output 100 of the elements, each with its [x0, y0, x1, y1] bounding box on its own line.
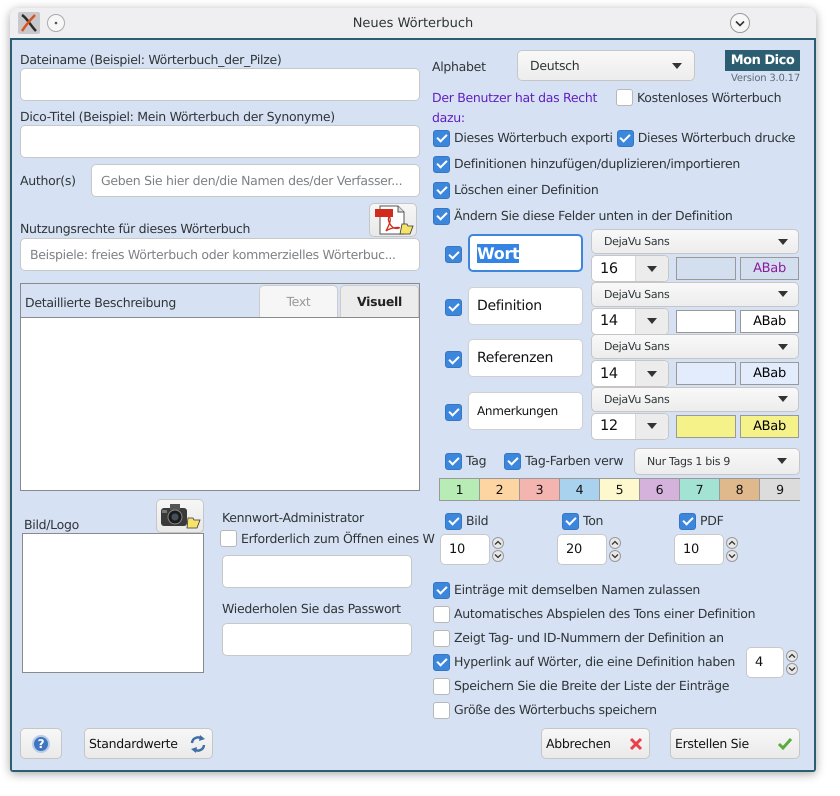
field-name-input[interactable]: Wort	[468, 234, 583, 272]
number-field[interactable]: 10	[440, 534, 490, 565]
sample-box[interactable]: ABab	[740, 362, 799, 385]
checkbox[interactable]	[433, 678, 450, 694]
tag-cell[interactable]: 9	[760, 479, 800, 500]
font-size-combo[interactable]: 14	[591, 360, 669, 387]
input-field[interactable]	[20, 68, 420, 101]
field-label: Alphabet	[431, 58, 487, 75]
app-icon[interactable]	[18, 12, 40, 34]
checkbox[interactable]	[445, 452, 462, 470]
checkbox-label: Dieses Wörterbuch drucke	[638, 130, 796, 146]
tag-cell[interactable]: 4	[560, 479, 600, 500]
spin-arrows-icon[interactable]	[786, 650, 798, 674]
create-button[interactable]: Erstellen Sie	[670, 728, 800, 759]
tag-cell[interactable]: 2	[480, 479, 520, 500]
checkbox[interactable]	[562, 512, 579, 530]
caret-icon	[647, 318, 657, 324]
font-dropdown[interactable]: DejaVu Sans	[591, 386, 799, 412]
tag-cell[interactable]: 5	[600, 479, 640, 500]
editor-tab[interactable]: Visuell	[340, 285, 419, 317]
checkbox[interactable]	[504, 452, 522, 470]
checkbox[interactable]	[616, 130, 634, 146]
checkbox[interactable]	[445, 351, 462, 368]
field-label: Detaillierte Beschreibung	[24, 294, 177, 310]
number-field[interactable]: 10	[674, 534, 724, 565]
tag-cell[interactable]: 1	[440, 479, 480, 500]
checkbox[interactable]	[220, 530, 237, 547]
alphabet-dropdown[interactable]: Deutsch	[517, 50, 695, 81]
tag-filter-dropdown[interactable]: Nur Tags 1 bis 9	[634, 448, 800, 474]
input-field[interactable]: Beispiele: freies Wörterbuch oder kommerzielles Wörterbuc...	[20, 238, 420, 271]
checkbox[interactable]	[433, 182, 450, 198]
input-field[interactable]	[20, 125, 420, 158]
checkbox-label: Tag	[466, 453, 486, 469]
color-swatch[interactable]	[676, 414, 736, 438]
spin-arrows-icon[interactable]	[609, 537, 621, 562]
pdf-button[interactable]	[369, 203, 417, 237]
input-field[interactable]	[222, 555, 412, 588]
checkbox[interactable]	[433, 702, 450, 718]
checkbox-label: Speichern Sie die Breite der Liste der Einträge	[454, 678, 730, 694]
checkbox[interactable]	[433, 654, 450, 670]
checkbox-label: Einträge mit demselben Namen zulassen	[454, 582, 700, 598]
field-name-input[interactable]: Referenzen	[468, 339, 583, 377]
input-field[interactable]	[222, 623, 412, 656]
field-label: Wiederholen Sie das Passwort	[222, 601, 402, 617]
caret-icon	[777, 458, 787, 464]
load-image-button[interactable]	[156, 499, 204, 533]
defaults-button[interactable]: Standardwerte	[84, 728, 213, 759]
checkbox[interactable]	[445, 404, 462, 420]
checkbox-label: Dieses Wörterbuch exporti	[454, 130, 613, 146]
window-title: Neues Wörterbuch	[352, 16, 474, 30]
spin-arrows-icon[interactable]	[492, 537, 504, 562]
text-sample: ABab	[753, 314, 786, 328]
app-logo: Mon Dico	[725, 50, 800, 71]
sample-box[interactable]: ABab	[740, 257, 799, 280]
field-name-input[interactable]: Anmerkungen	[468, 392, 583, 430]
cancel-button[interactable]: Abbrechen	[541, 728, 650, 759]
checkbox[interactable]	[433, 630, 450, 646]
help-button[interactable]: ?	[20, 728, 62, 759]
caret-icon	[778, 396, 788, 402]
checkbox[interactable]	[433, 156, 450, 172]
caret-icon	[647, 370, 657, 376]
sample-box[interactable]: ABab	[740, 310, 799, 332]
field-label: Dateiname (Beispiel: Wörterbuch_der_Pilze)	[20, 52, 282, 68]
checkbox-label: Größe des Wörterbuchs speichern	[454, 702, 657, 718]
checkbox-label: Erforderlich zum Öffnen eines W	[241, 530, 435, 546]
checkbox[interactable]	[445, 512, 462, 530]
checkbox[interactable]	[433, 208, 450, 224]
font-size-combo[interactable]: 14	[591, 308, 669, 334]
caret-icon	[647, 266, 657, 272]
checkbox-label: PDF	[700, 513, 724, 529]
checkbox[interactable]	[445, 298, 462, 316]
field-label: Kennwort-Administrator	[222, 510, 366, 526]
refresh-icon	[190, 734, 206, 754]
font-size-combo[interactable]: 12	[591, 412, 669, 440]
tag-cell[interactable]: 8	[720, 479, 760, 500]
caret-icon	[672, 62, 682, 68]
color-swatch[interactable]	[676, 362, 736, 385]
tag-cell[interactable]: 7	[680, 479, 720, 500]
sample-box[interactable]: ABab	[740, 414, 799, 438]
font-dropdown[interactable]: DejaVu Sans	[591, 229, 799, 254]
number-field[interactable]: 20	[557, 534, 607, 565]
checkbox[interactable]	[433, 606, 450, 622]
input-field[interactable]: Geben Sie hier den/die Namen des/der Verfasser...	[91, 164, 420, 197]
field-name-input[interactable]: Definition	[468, 286, 583, 324]
font-dropdown[interactable]: DejaVu Sans	[591, 334, 799, 359]
checkbox-label: Definitionen hinzufügen/duplizieren/importieren	[454, 156, 740, 172]
checkbox[interactable]	[679, 512, 696, 530]
tag-cell[interactable]: 6	[640, 479, 680, 500]
checkbox[interactable]	[433, 130, 450, 146]
font-dropdown[interactable]: DejaVu Sans	[591, 282, 799, 306]
checkbox[interactable]	[433, 582, 450, 598]
tag-cell[interactable]: 3	[520, 479, 560, 500]
font-size-combo[interactable]: 16	[591, 255, 669, 282]
color-swatch[interactable]	[676, 310, 736, 332]
checkbox[interactable]	[616, 89, 633, 106]
color-swatch[interactable]	[676, 257, 736, 280]
number-field[interactable]: 4	[746, 646, 784, 678]
spin-arrows-icon[interactable]	[726, 537, 738, 562]
checkbox[interactable]	[445, 246, 462, 263]
minimize-button[interactable]	[730, 13, 750, 33]
